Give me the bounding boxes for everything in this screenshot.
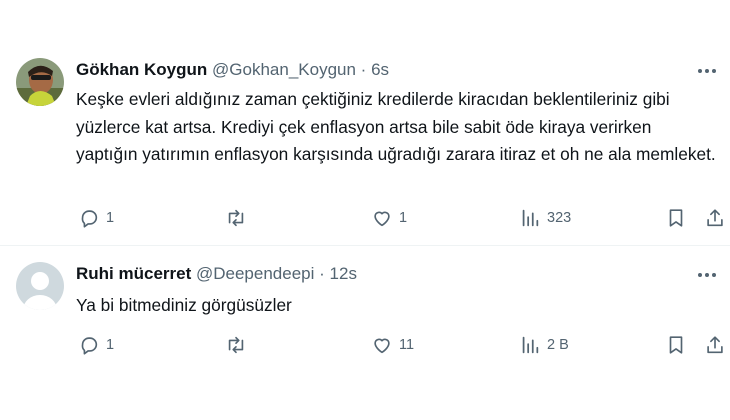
reply-icon <box>81 337 98 355</box>
action-bar: 1 11 2 B <box>76 333 726 357</box>
like-count: 1 <box>399 210 408 226</box>
share-icon <box>707 209 723 227</box>
retweet-icon <box>228 209 244 227</box>
views-count: 2 B <box>547 337 569 353</box>
views-button[interactable]: 323 <box>519 206 571 230</box>
display-name[interactable]: Gökhan Koygun <box>76 60 207 79</box>
more-button[interactable] <box>694 62 720 80</box>
tweet-header: Gökhan Koygun @Gokhan_Koygun · 6s <box>76 60 389 80</box>
display-name[interactable]: Ruhi mücerret <box>76 264 191 283</box>
more-button[interactable] <box>694 266 720 284</box>
views-button[interactable]: 2 B <box>519 333 569 357</box>
like-icon <box>374 211 390 227</box>
views-count: 323 <box>547 210 572 226</box>
timestamp[interactable]: 12s <box>330 264 357 283</box>
like-count: 11 <box>399 337 415 353</box>
reply-count: 1 <box>106 337 115 353</box>
share-button[interactable] <box>704 333 726 357</box>
bookmark-button[interactable] <box>665 333 687 357</box>
action-bar: 1 1 323 <box>76 206 726 230</box>
reply-button[interactable]: 1 <box>78 333 114 357</box>
share-button[interactable] <box>704 206 726 230</box>
user-handle[interactable]: @Deependeepi <box>196 264 314 283</box>
more-icon <box>698 273 716 277</box>
reply-icon <box>81 210 98 228</box>
reply-button[interactable]: 1 <box>78 206 114 230</box>
tweet-header: Ruhi mücerret @Deependeepi · 12s <box>76 264 357 284</box>
separator-dot: · <box>360 60 367 79</box>
tweet-ruhi[interactable]: Ruhi mücerret @Deependeepi · 12s Ya bi b… <box>0 246 730 420</box>
timestamp[interactable]: 6s <box>371 60 389 79</box>
bookmark-icon <box>669 336 683 354</box>
bookmark-button[interactable] <box>665 206 687 230</box>
user-handle[interactable]: @Gokhan_Koygun <box>212 60 356 79</box>
avatar-photo <box>16 58 64 106</box>
retweet-button[interactable] <box>224 206 254 230</box>
retweet-button[interactable] <box>224 333 254 357</box>
tweet-gokhan[interactable]: Gökhan Koygun @Gokhan_Koygun · 6s Keşke … <box>0 0 730 245</box>
views-icon <box>522 336 539 354</box>
like-button[interactable]: 11 <box>371 333 414 357</box>
like-button[interactable]: 1 <box>371 206 407 230</box>
avatar[interactable] <box>16 58 64 106</box>
tweet-text: Ya bi bitmediniz görgüsüzler <box>76 295 292 315</box>
tweet-text: Keşke evleri aldığınız zaman çektiğiniz … <box>76 89 716 164</box>
default-avatar-icon <box>16 262 64 310</box>
like-icon <box>374 338 390 354</box>
avatar[interactable] <box>16 262 64 310</box>
separator-dot: · <box>319 264 325 283</box>
share-icon <box>707 336 723 354</box>
bookmark-icon <box>669 209 683 227</box>
reply-count: 1 <box>106 210 115 226</box>
views-icon <box>522 209 539 227</box>
more-icon <box>698 69 716 73</box>
retweet-icon <box>228 336 244 354</box>
